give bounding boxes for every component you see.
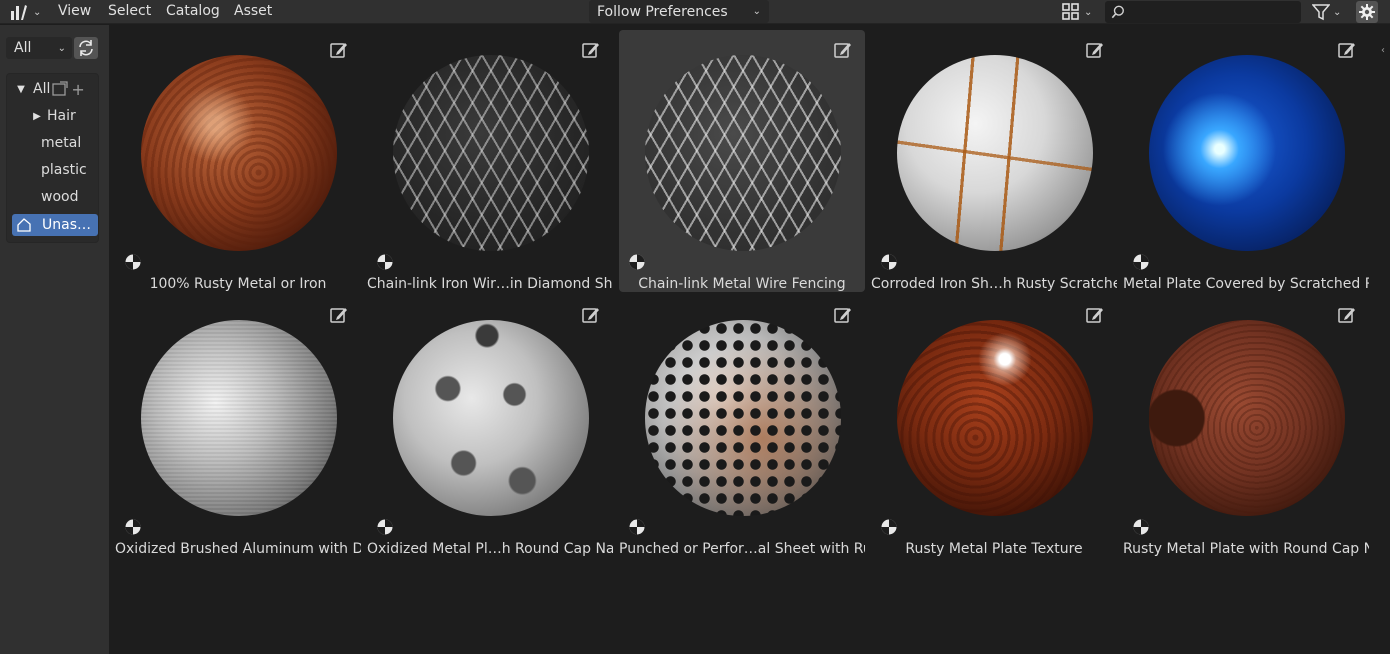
catalog-item-hair[interactable]: ▶ Hair bbox=[7, 105, 100, 127]
material-type-icon bbox=[377, 254, 393, 270]
unassigned-catalog-icon bbox=[17, 218, 31, 232]
asset-tile[interactable]: Oxidized Metal Pl…h Round Cap Nails bbox=[367, 295, 613, 557]
material-preview-thumbnail bbox=[393, 320, 589, 516]
edit-asset-icon[interactable] bbox=[1337, 305, 1357, 325]
material-preview-thumbnail bbox=[1149, 320, 1345, 516]
expand-arrow-icon[interactable]: ▼ bbox=[15, 84, 27, 95]
catalog-tree: ▼ All + ▶ Hair metal plastic wood Unas… bbox=[6, 73, 99, 243]
edit-asset-icon[interactable] bbox=[581, 305, 601, 325]
import-method-dropdown[interactable]: Follow Preferences ⌄ bbox=[589, 0, 769, 23]
material-type-icon bbox=[1133, 519, 1149, 535]
asset-name: Chain-link Iron Wir…in Diamond Shape bbox=[367, 276, 613, 292]
asset-name: Rusty Metal Plate with Round Cap N… bbox=[1123, 541, 1369, 557]
asset-tile[interactable]: Chain-link Iron Wir…in Diamond Shape bbox=[367, 30, 613, 292]
menu-asset[interactable]: Asset bbox=[228, 0, 278, 24]
chevron-left-icon[interactable]: ‹ bbox=[1381, 45, 1385, 56]
edit-asset-icon[interactable] bbox=[833, 40, 853, 60]
material-preview-thumbnail bbox=[393, 55, 589, 251]
search-input[interactable] bbox=[1131, 4, 1301, 20]
edit-asset-icon[interactable] bbox=[329, 305, 349, 325]
material-type-icon bbox=[125, 519, 141, 535]
new-catalog-icon[interactable] bbox=[51, 81, 69, 97]
add-catalog-icon[interactable]: + bbox=[71, 80, 84, 99]
catalog-item-label: wood bbox=[41, 189, 79, 205]
filter-button[interactable]: ⌄ bbox=[1312, 1, 1341, 23]
catalog-item-metal[interactable]: metal bbox=[7, 132, 100, 154]
asset-tile[interactable]: Corroded Iron Sh…h Rusty Scratches bbox=[871, 30, 1117, 292]
asset-tile[interactable]: Rusty Metal Plate Texture bbox=[871, 295, 1117, 557]
asset-name: Rusty Metal Plate Texture bbox=[905, 541, 1083, 557]
display-mode-icon bbox=[1062, 3, 1079, 20]
material-type-icon bbox=[125, 254, 141, 270]
asset-name: 100% Rusty Metal or Iron bbox=[149, 276, 327, 292]
material-type-icon bbox=[1133, 254, 1149, 270]
material-preview-thumbnail bbox=[897, 55, 1093, 251]
edit-asset-icon[interactable] bbox=[329, 40, 349, 60]
settings-button[interactable] bbox=[1356, 1, 1378, 23]
refresh-icon bbox=[79, 40, 93, 56]
asset-browser-header: ⌄ View Select Catalog Asset Follow Prefe… bbox=[0, 0, 1390, 24]
catalog-item-plastic[interactable]: plastic bbox=[7, 159, 100, 181]
asset-tile[interactable]: Punched or Perfor…al Sheet with Rust bbox=[619, 295, 865, 557]
material-type-icon bbox=[881, 254, 897, 270]
asset-tile[interactable]: 100% Rusty Metal or Iron bbox=[115, 30, 361, 292]
filter-icon bbox=[1312, 4, 1330, 21]
asset-tile[interactable]: Chain-link Metal Wire Fencing bbox=[619, 30, 865, 292]
asset-name: Corroded Iron Sh…h Rusty Scratches bbox=[871, 276, 1117, 292]
catalog-item-label: All bbox=[33, 81, 51, 97]
material-type-icon bbox=[377, 519, 393, 535]
catalog-sidebar: All ⌄ ▼ All + ▶ Hair metal plastic wood … bbox=[0, 25, 109, 654]
expand-arrow-icon[interactable]: ▶ bbox=[31, 111, 43, 122]
material-preview-thumbnail bbox=[141, 320, 337, 516]
catalog-item-unassigned[interactable]: Unas… bbox=[12, 214, 98, 236]
material-preview-thumbnail bbox=[141, 55, 337, 251]
asset-name: Metal Plate Covered by Scratched P… bbox=[1123, 276, 1369, 292]
material-preview-thumbnail bbox=[897, 320, 1093, 516]
asset-tile[interactable]: Oxidized Brushed Aluminum with Dirt bbox=[115, 295, 361, 557]
chevron-down-icon: ⌄ bbox=[1333, 6, 1342, 18]
edit-asset-icon[interactable] bbox=[1337, 40, 1357, 60]
material-type-icon bbox=[629, 519, 645, 535]
edit-asset-icon[interactable] bbox=[581, 40, 601, 60]
chevron-down-icon: ⌄ bbox=[33, 6, 42, 18]
material-type-icon bbox=[629, 254, 645, 270]
chevron-down-icon: ⌄ bbox=[752, 6, 761, 17]
material-preview-thumbnail bbox=[645, 320, 841, 516]
asset-name: Oxidized Metal Pl…h Round Cap Nails bbox=[367, 541, 613, 557]
import-method-value: Follow Preferences bbox=[597, 3, 728, 20]
edit-asset-icon[interactable] bbox=[1085, 40, 1105, 60]
asset-tile[interactable]: Metal Plate Covered by Scratched P… bbox=[1123, 30, 1369, 292]
material-preview-thumbnail bbox=[645, 55, 841, 251]
search-field[interactable] bbox=[1105, 1, 1301, 23]
library-scope-dropdown[interactable]: All ⌄ bbox=[6, 37, 72, 59]
asset-tile[interactable]: Rusty Metal Plate with Round Cap N… bbox=[1123, 295, 1369, 557]
catalog-item-label: Hair bbox=[47, 108, 76, 124]
edit-asset-icon[interactable] bbox=[1085, 305, 1105, 325]
catalog-item-label: plastic bbox=[41, 162, 87, 178]
catalog-item-all[interactable]: ▼ All + bbox=[7, 78, 100, 100]
menu-catalog[interactable]: Catalog bbox=[160, 0, 226, 24]
catalog-item-wood[interactable]: wood bbox=[7, 186, 100, 208]
display-mode-button[interactable]: ⌄ bbox=[1061, 1, 1092, 23]
material-type-icon bbox=[881, 519, 897, 535]
editor-type-button[interactable]: ⌄ bbox=[5, 2, 43, 22]
edit-asset-icon[interactable] bbox=[833, 305, 853, 325]
editor-type-icon bbox=[11, 5, 27, 20]
catalog-item-label: Unas… bbox=[42, 217, 91, 233]
settings-gear-icon bbox=[1359, 4, 1375, 20]
asset-grid: 100% Rusty Metal or Iron Chain-link Iron … bbox=[111, 25, 1379, 654]
asset-name: Punched or Perfor…al Sheet with Rust bbox=[619, 541, 865, 557]
refresh-library-button[interactable] bbox=[74, 37, 98, 59]
menu-view[interactable]: View bbox=[52, 0, 97, 24]
chevron-down-icon: ⌄ bbox=[57, 42, 66, 54]
search-icon bbox=[1111, 5, 1124, 19]
chevron-down-icon: ⌄ bbox=[1084, 6, 1093, 18]
vertical-scrollbar[interactable]: ‹ bbox=[1379, 25, 1390, 654]
menu-select[interactable]: Select bbox=[102, 0, 157, 24]
material-preview-thumbnail bbox=[1149, 55, 1345, 251]
library-scope-value: All bbox=[14, 40, 32, 56]
catalog-item-label: metal bbox=[41, 135, 82, 151]
asset-name: Chain-link Metal Wire Fencing bbox=[638, 276, 846, 292]
asset-name: Oxidized Brushed Aluminum with Dirt bbox=[115, 541, 361, 557]
